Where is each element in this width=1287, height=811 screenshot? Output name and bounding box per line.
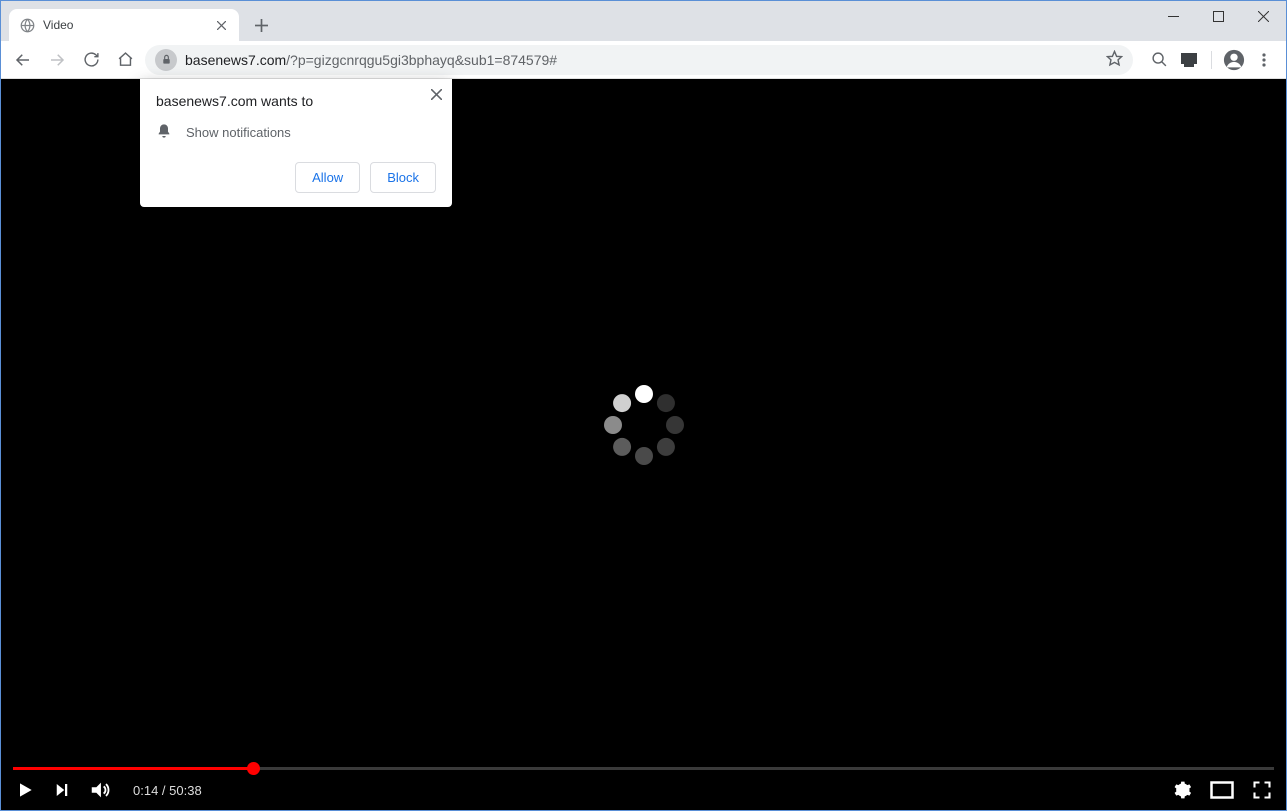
forward-button[interactable] <box>43 46 71 74</box>
video-time-display: 0:14 / 50:38 <box>133 783 202 798</box>
globe-icon <box>19 17 35 33</box>
tab-title: Video <box>43 18 205 32</box>
tab-strip: Video <box>1 1 1286 41</box>
menu-button[interactable] <box>1250 46 1278 74</box>
next-button[interactable] <box>53 781 71 799</box>
reload-button[interactable] <box>77 46 105 74</box>
browser-tab[interactable]: Video <box>9 9 239 41</box>
extension-icon[interactable] <box>1175 46 1203 74</box>
volume-button[interactable] <box>89 779 111 801</box>
bell-icon <box>156 123 172 142</box>
loading-spinner <box>604 385 684 465</box>
account-icon[interactable] <box>1220 46 1248 74</box>
home-button[interactable] <box>111 46 139 74</box>
tab-close-button[interactable] <box>213 17 229 33</box>
address-bar[interactable]: basenews7.com/?p=gizgcnrqgu5gi3bphayq&su… <box>145 45 1133 75</box>
window-minimize-button[interactable] <box>1151 1 1196 31</box>
back-button[interactable] <box>9 46 37 74</box>
window-maximize-button[interactable] <box>1196 1 1241 31</box>
new-tab-button[interactable] <box>247 11 275 39</box>
url-text: basenews7.com/?p=gizgcnrqgu5gi3bphayq&su… <box>185 52 1098 68</box>
notification-permission-prompt: basenews7.com wants to Show notification… <box>140 79 452 207</box>
play-button[interactable] <box>15 780 35 800</box>
prompt-close-button[interactable] <box>431 87 442 104</box>
prompt-request-text: Show notifications <box>186 125 291 140</box>
fullscreen-button[interactable] <box>1252 780 1272 800</box>
block-button[interactable]: Block <box>370 162 436 193</box>
zoom-icon[interactable] <box>1145 46 1173 74</box>
window-controls <box>1151 1 1286 31</box>
browser-toolbar: basenews7.com/?p=gizgcnrqgu5gi3bphayq&su… <box>1 41 1286 79</box>
prompt-title: basenews7.com wants to <box>156 93 436 109</box>
toolbar-right <box>1139 46 1278 74</box>
allow-button[interactable]: Allow <box>295 162 360 193</box>
settings-button[interactable] <box>1172 780 1192 800</box>
window-close-button[interactable] <box>1241 1 1286 31</box>
lock-icon[interactable] <box>155 49 177 71</box>
theater-mode-button[interactable] <box>1210 781 1234 799</box>
toolbar-divider <box>1211 51 1212 69</box>
video-controls: 0:14 / 50:38 <box>1 770 1286 810</box>
bookmark-star-icon[interactable] <box>1106 50 1123 70</box>
